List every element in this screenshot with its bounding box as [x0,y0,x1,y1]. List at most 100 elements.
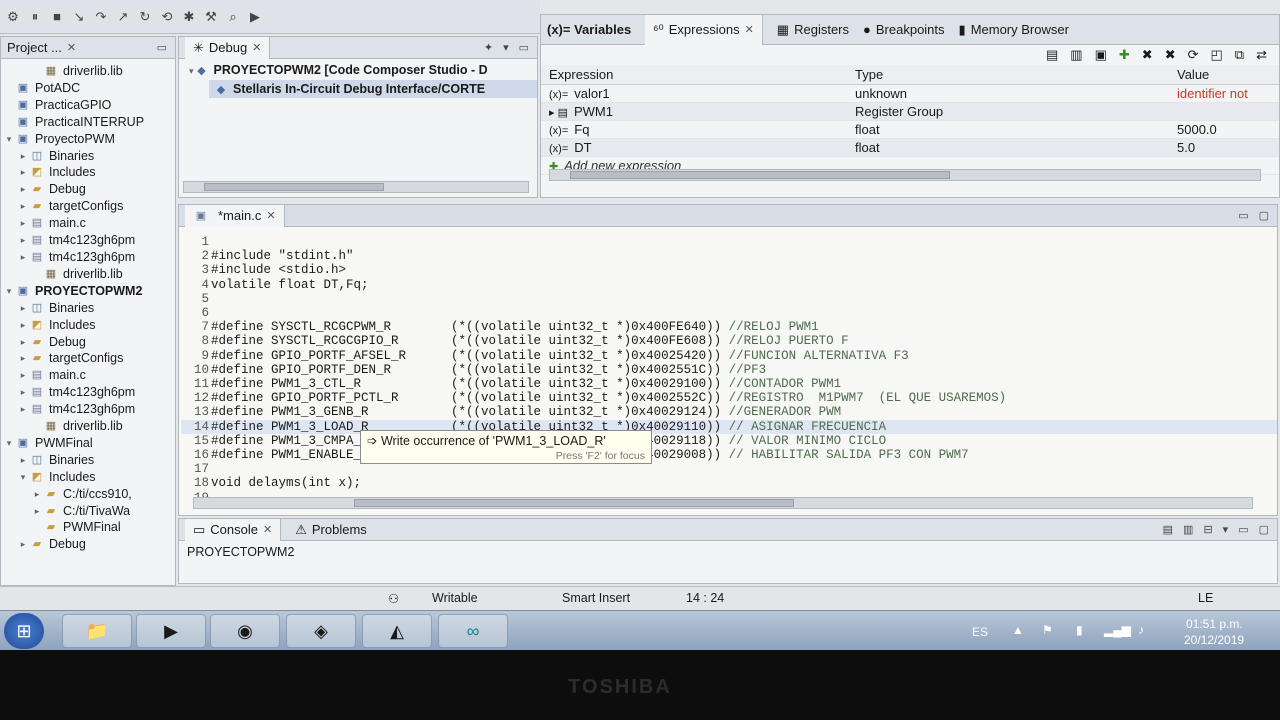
code-line[interactable]: 15#define PWM1_3_CMPA_R (*((volatile uin… [181,434,1277,448]
suspend-icon[interactable]: ⏸ [26,8,44,26]
arduino-icon[interactable]: ∞ [438,614,508,648]
expand-toggle-icon[interactable]: ▸ [17,384,29,401]
ccs-icon[interactable]: ◭ [362,614,432,648]
expand-toggle-icon[interactable]: ▸ [31,486,43,503]
language-indicator[interactable]: ES [972,625,988,639]
tree-item[interactable]: ▸ ◩ Includes [3,317,175,334]
scroll-thumb[interactable] [204,183,384,191]
clock-date[interactable]: 20/12/2019 [1184,633,1244,647]
debug-target-row[interactable]: ◆ Stellaris In-Circuit Debug Interface/CO… [209,80,537,98]
expand-toggle-icon[interactable]: ▸ [17,452,29,469]
tree-item[interactable]: ▸ ▤ main.c [3,215,175,232]
debug-icon[interactable]: ⚙ [4,8,22,26]
minimize-icon[interactable]: ▭ [157,41,167,54]
expression-row[interactable]: (x)= Fq float 5000.0 [541,120,1279,139]
tree-item[interactable]: ▸ ◫ Binaries [3,300,175,317]
tree-item[interactable]: ▸ ▤ tm4c123gh6pm [3,249,175,266]
tree-item[interactable]: ▰ PWMFinal [3,519,175,536]
tree-item[interactable]: ▸ ▤ tm4c123gh6pm [3,401,175,418]
tab-main-c[interactable]: ▣ *main.c ✕ [185,205,285,227]
scroll-thumb[interactable] [354,499,794,507]
tab-memory-browser[interactable]: ▮ Memory Browser [959,22,1069,38]
minimize-icon[interactable]: ▭ [1238,523,1248,536]
expand-toggle-icon[interactable]: ▸ [17,215,29,232]
expand-toggle-icon[interactable]: ▸ [17,536,29,553]
code-line[interactable]: 4 volatile float DT,Fq; [181,278,1277,292]
expression-row[interactable]: (x)= DT float 5.0 [541,138,1279,157]
tree-item[interactable]: ▸ ▰ targetConfigs [3,350,175,367]
tab-console[interactable]: ▭ Console ✕ [185,519,282,541]
step-into-icon[interactable]: ↘ [70,8,88,26]
column-value[interactable]: Value [1169,65,1279,85]
tree-item[interactable]: ▸ ◫ Binaries [3,452,175,469]
tree-item[interactable]: ▸ ▰ C:/ti/TivaWa [3,503,175,520]
clear-console-icon[interactable]: ▤ [1163,523,1173,536]
tray-expand-icon[interactable]: ▲ [1012,623,1024,637]
tree-item[interactable]: ▸ ◩ Includes [3,164,175,181]
tree-item[interactable]: ▣ PotADC [3,80,175,97]
code-line[interactable]: 1 [181,235,1277,249]
code-editor[interactable]: 1 2 #include "stdint.h" 3 #include <stdio.h>… [179,227,1277,505]
tree-item[interactable]: ▸ ▰ Debug [3,536,175,553]
code-line[interactable]: 6 [181,306,1277,320]
tab-registers[interactable]: ▦ Registers [777,22,849,38]
close-icon[interactable]: ✕ [266,209,275,222]
restart-icon[interactable]: ↻ [136,8,154,26]
close-icon[interactable]: ✕ [252,41,261,54]
code-line[interactable]: 14 #define PWM1_3_LOAD_R (*((volatile uin… [181,419,1277,434]
reset-icon[interactable]: ⟲ [158,8,176,26]
minimize-icon[interactable]: ▭ [1238,209,1248,222]
expand-toggle-icon[interactable]: ▸ [17,249,29,266]
tree-item[interactable]: ▸ ▤ tm4c123gh6pm [3,232,175,249]
step-return-icon[interactable]: ↗ [114,8,132,26]
start-button[interactable]: ⊞ [4,613,44,649]
sync-icon[interactable]: ⇄ [1256,47,1267,63]
pin-console-icon[interactable]: ⊟ [1203,523,1212,536]
debug-hscrollbar[interactable] [183,181,529,193]
tab-problems[interactable]: ⚠ Problems [295,522,367,538]
tab-expressions[interactable]: ⁶⁰ Expressions ✕ [645,15,763,45]
battery-icon[interactable]: ▮ [1076,623,1083,637]
display-console-icon[interactable]: ▾ [1223,523,1229,536]
new-window-icon[interactable]: ◰ [1211,47,1223,63]
tree-item[interactable]: ▸ ▤ main.c [3,367,175,384]
code-line[interactable]: 2 #include "stdint.h" [181,249,1277,263]
tab-project-explorer[interactable]: Project ... ✕ [7,40,76,55]
tab-variables[interactable]: (x)= Variables [547,22,631,37]
maximize-icon[interactable]: ▢ [1259,209,1269,222]
minimize-icon[interactable]: ▭ [519,41,529,54]
code-line[interactable]: 13 #define PWM1_3_GENB_R (*((volatile uin… [181,405,1277,419]
tree-item[interactable]: ▸ ▰ Debug [3,334,175,351]
expand-toggle-icon[interactable]: ▸ [17,164,29,181]
expression-value[interactable]: identifier not [1169,84,1279,103]
expression-value[interactable]: 5.0 [1169,138,1279,157]
layout-icon[interactable]: ▥ [1070,47,1082,63]
expand-toggle-icon[interactable]: ▸ [17,148,29,165]
column-type[interactable]: Type [847,65,1169,85]
expression-row[interactable]: (x)= valor1 unknown identifier not [541,84,1279,103]
chrome-icon[interactable]: ◉ [210,614,280,648]
tree-item[interactable]: ▦ driverlib.lib [3,63,175,80]
media-player-icon[interactable]: ▶ [136,614,206,648]
tree-item[interactable]: ▣ PracticaINTERRUP [3,114,175,131]
code-line[interactable]: 17 [181,462,1277,476]
tree-item[interactable]: ▸ ◫ Binaries [3,148,175,165]
close-icon[interactable]: ✕ [67,41,76,54]
expand-toggle-icon[interactable]: ▸ [31,503,43,520]
tree-item[interactable]: ▸ ▰ targetConfigs [3,198,175,215]
volume-icon[interactable]: ♪ [1138,623,1144,637]
expand-toggle-icon[interactable]: ▾ [3,131,15,148]
expressions-hscrollbar[interactable] [549,169,1261,181]
expand-toggle-icon[interactable]: ▾ [3,435,15,452]
maximize-icon[interactable]: ▢ [1259,523,1269,536]
terminate-icon[interactable]: ■ [48,8,66,26]
flag-icon[interactable]: ⚑ [1042,623,1053,637]
step-over-icon[interactable]: ↷ [92,8,110,26]
pin-icon[interactable]: ⧉ [1235,47,1244,63]
remove-all-icon[interactable]: ✖ [1165,47,1176,63]
expand-toggle-icon[interactable]: ▸ [17,350,29,367]
code-line[interactable]: 11 #define PWM1_3_CTL_R (*((volatile uint… [181,377,1277,391]
expand-toggle-icon[interactable]: ▸ [17,181,29,198]
code-line[interactable]: 3 #include <stdio.h> [181,263,1277,277]
tree-item[interactable]: ▦ driverlib.lib [3,266,175,283]
